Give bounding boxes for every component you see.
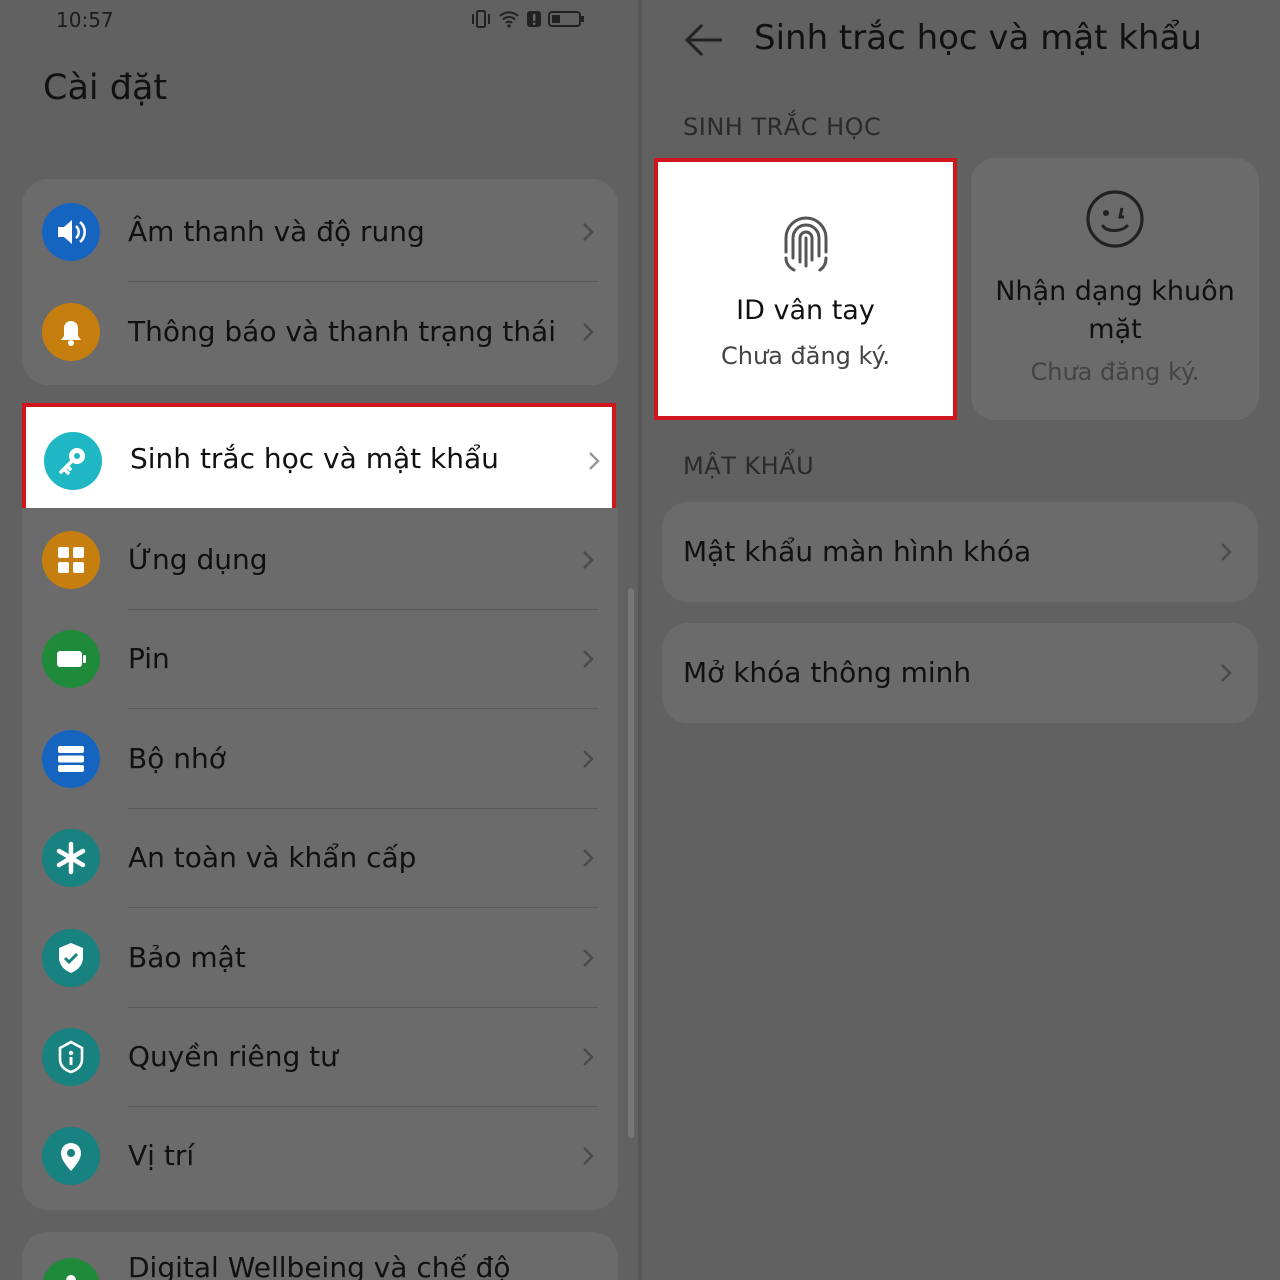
vibrate-icon [470, 8, 492, 34]
face-title-line2: mặt [1088, 314, 1142, 345]
settings-item-label: Ứng dụng [128, 543, 268, 576]
face-title-line1: Nhận dạng khuôn [995, 276, 1235, 307]
settings-item-safety[interactable]: An toàn và khẩn cấp [22, 808, 618, 908]
back-arrow-icon[interactable] [682, 20, 728, 60]
section-header-password: MẬT KHẨU [683, 452, 815, 480]
shield-icon [42, 929, 100, 987]
settings-item-battery[interactable]: Pin [22, 609, 618, 709]
lock-screen-password-item[interactable]: Mật khẩu màn hình khóa [662, 502, 1258, 602]
chevron-right-icon [583, 650, 594, 668]
page-title: Cài đặt [43, 68, 168, 108]
settings-panel: 10:57 Cài đặt Âm thanh và độ rung Thông … [0, 0, 638, 1280]
settings-item-storage[interactable]: Bộ nhớ [22, 709, 618, 809]
settings-item-label: Bộ nhớ [128, 742, 226, 775]
key-icon [44, 432, 102, 490]
wifi-icon [498, 8, 520, 34]
chevron-right-icon [583, 1048, 594, 1066]
settings-item-label: Sinh trắc học và mật khẩu [130, 442, 499, 475]
smart-unlock-label: Mở khóa thông minh [683, 656, 972, 689]
apps-grid-icon [42, 531, 100, 589]
settings-item-label: Thông báo và thanh trạng thái [128, 315, 556, 348]
chevron-right-icon [1221, 543, 1232, 561]
smart-unlock-item[interactable]: Mở khóa thông minh [662, 623, 1258, 723]
location-pin-icon [42, 1127, 100, 1185]
privacy-lock-icon [42, 1028, 100, 1086]
bell-icon [42, 303, 100, 361]
wellbeing-icon [42, 1258, 100, 1280]
settings-item-label: Âm thanh và độ rung [128, 215, 425, 248]
settings-item-label: An toàn và khẩn cấp [128, 841, 417, 874]
section-header-biometrics: SINH TRẮC HỌC [683, 113, 882, 141]
status-icons [470, 8, 586, 34]
settings-item-security[interactable]: Bảo mật [22, 908, 618, 1008]
settings-item-location[interactable]: Vị trí [22, 1106, 618, 1206]
settings-item-notifications[interactable]: Thông báo và thanh trạng thái [22, 282, 618, 382]
settings-item-apps[interactable]: Ứng dụng [22, 510, 618, 610]
fingerprint-id-card[interactable]: ID vân tay Chưa đăng ký. [654, 158, 957, 420]
chevron-right-icon [583, 323, 594, 341]
settings-item-label: Pin [128, 642, 170, 675]
chevron-right-icon [583, 223, 594, 241]
lock-screen-password-label: Mật khẩu màn hình khóa [683, 535, 1032, 568]
chevron-right-icon [583, 551, 594, 569]
settings-item-label: Vị trí [128, 1139, 195, 1172]
highlight-row-inner: Sinh trắc học và mật khẩu [26, 407, 622, 511]
settings-item-label: Quyền riêng tư [128, 1040, 338, 1073]
settings-group-main: Ứng dụng Pin Bộ nhớ An toàn và khẩn cấp [22, 508, 618, 1210]
biometrics-panel: Sinh trắc học và mật khẩu SINH TRẮC HỌC … [642, 0, 1280, 1280]
chevron-right-icon [583, 949, 594, 967]
fingerprint-status: Chưa đăng ký. [721, 342, 890, 370]
scrollbar[interactable] [628, 588, 634, 1138]
fingerprint-title: ID vân tay [736, 295, 875, 326]
storage-icon [42, 730, 100, 788]
face-recognition-card[interactable]: Nhận dạng khuôn mặt Chưa đăng ký. [971, 158, 1259, 420]
speaker-icon [42, 203, 100, 261]
settings-item-sound[interactable]: Âm thanh và độ rung [22, 182, 618, 282]
chevron-right-icon [583, 750, 594, 768]
page-title: Sinh trắc học và mật khẩu [754, 18, 1202, 58]
chevron-right-icon [583, 849, 594, 867]
chevron-right-icon [583, 1147, 594, 1165]
settings-group-wellbeing: Digital Wellbeing và chế độ [22, 1232, 618, 1280]
settings-item-label: Bảo mật [128, 941, 246, 974]
alert-icon [526, 8, 542, 34]
status-time: 10:57 [56, 8, 114, 32]
face-recognition-title: Nhận dạng khuôn mặt [971, 273, 1259, 349]
face-smile-icon [1086, 190, 1144, 248]
settings-group-sound-notifications: Âm thanh và độ rung Thông báo và thanh t… [22, 179, 618, 385]
chevron-right-icon [589, 452, 600, 470]
face-recognition-status: Chưa đăng ký. [1030, 358, 1200, 386]
battery-icon [42, 630, 100, 688]
settings-item-label: Digital Wellbeing và chế độ [128, 1251, 511, 1280]
battery-status-icon [548, 8, 586, 34]
settings-item-biometrics-passwords[interactable]: Sinh trắc học và mật khẩu [22, 403, 616, 515]
asterisk-icon [42, 829, 100, 887]
chevron-right-icon [1221, 664, 1232, 682]
settings-item-privacy[interactable]: Quyền riêng tư [22, 1007, 618, 1107]
fingerprint-icon [784, 216, 827, 272]
settings-item-digital-wellbeing[interactable]: Digital Wellbeing và chế độ [22, 1232, 618, 1280]
